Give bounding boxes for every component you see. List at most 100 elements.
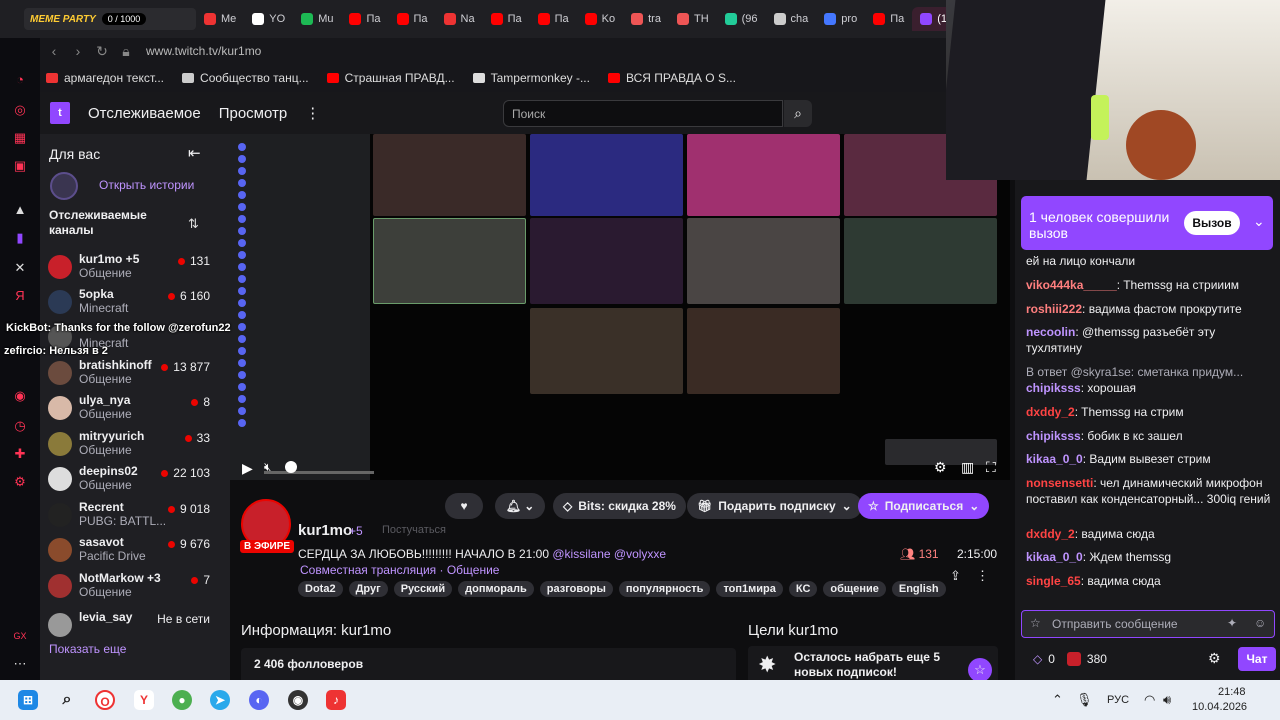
twitch-icon[interactable]: ▮	[12, 230, 28, 246]
start-icon[interactable]: ⊞	[18, 690, 38, 710]
bits-button[interactable]: ◇ Bits: скидка 28%	[553, 493, 686, 519]
chat-username[interactable]: kikaa_0_0	[1026, 550, 1083, 564]
aria-icon[interactable]: ▲	[12, 202, 28, 218]
chat-username[interactable]: chipiksss	[1026, 381, 1081, 395]
x-icon[interactable]: ✕	[12, 260, 28, 276]
stream-tag[interactable]: English	[891, 581, 946, 597]
browser-tab[interactable]: pro	[816, 7, 865, 31]
stream-tag[interactable]: общение	[823, 581, 886, 597]
history-icon[interactable]: ◷	[12, 418, 28, 434]
wifi-icon[interactable]: ◠	[1144, 692, 1155, 708]
yandex-browser-icon[interactable]: Y	[134, 690, 154, 710]
volume-knob[interactable]	[285, 461, 297, 473]
chat-send-button[interactable]: Чат	[1238, 647, 1276, 671]
volume-slider[interactable]	[264, 471, 374, 474]
channel-name[interactable]: kur1mo	[298, 522, 352, 539]
followed-channel[interactable]: NotMarkow +3 Общение 7	[48, 571, 226, 605]
gx-corner-icon[interactable]: ▦	[12, 130, 28, 146]
collapse-icon[interactable]: ⇤	[188, 144, 201, 162]
gx-control-icon[interactable]: ◎	[12, 102, 28, 118]
mention-link[interactable]: @volyxxe	[614, 547, 666, 561]
browser-tab[interactable]: Na	[436, 7, 483, 31]
stream-tag[interactable]: КС	[788, 581, 818, 597]
browser-tab[interactable]: Па	[341, 7, 388, 31]
settings-icon[interactable]: ⚙	[12, 474, 28, 490]
followed-channel[interactable]: kur1mo +5 Общение 131	[48, 252, 226, 286]
url-field[interactable]: www.twitch.tv/kur1mo	[146, 44, 261, 58]
chat-username[interactable]: viko444ka_____	[1026, 278, 1117, 292]
bookmark-item[interactable]: Tampermonkey -...	[472, 71, 590, 85]
reload-icon[interactable]: ↻	[90, 43, 114, 60]
nav-browse[interactable]: Просмотр	[219, 105, 288, 122]
gx-cleaner-icon[interactable]: ▣	[12, 158, 28, 174]
sort-icon[interactable]: ⇅	[188, 216, 199, 232]
fullscreen-icon[interactable]: ⛶	[986, 459, 996, 476]
notifications-button[interactable]: 🔔︎ ⌄	[495, 493, 545, 519]
forward-icon[interactable]: ›	[66, 43, 90, 59]
stream-tag[interactable]: Русский	[393, 581, 453, 597]
browser-tab[interactable]: Mu	[293, 7, 341, 31]
telegram-icon[interactable]: ➤	[210, 690, 230, 710]
followed-channel[interactable]: sasavot Pacific Drive 9 676	[48, 535, 226, 569]
player-icon[interactable]: ◉	[12, 388, 28, 404]
stream-tag[interactable]: разговоры	[539, 581, 613, 597]
mic-icon[interactable]: 🎙︎	[1076, 692, 1093, 708]
emote-icon[interactable]: ☺	[1254, 616, 1266, 630]
play-icon[interactable]: ▶	[242, 460, 253, 477]
followed-channel[interactable]: levia_say Не в сети	[48, 610, 226, 644]
more-menu-icon[interactable]: ⋮	[305, 104, 320, 122]
tray-chevron-icon[interactable]: ⌃	[1052, 692, 1063, 708]
chat-input[interactable]: ☆ Отправить сообщение ✦ ☺	[1021, 610, 1275, 638]
chat-username[interactable]: kikaa_0_0	[1026, 452, 1083, 466]
challenge-button[interactable]: Вызов	[1184, 211, 1240, 235]
chat-username[interactable]: roshiii222	[1026, 302, 1082, 316]
chat-username[interactable]: dxddy_2	[1026, 527, 1075, 541]
chat-username[interactable]: single_65	[1026, 574, 1081, 588]
followed-channel[interactable]: 5opka Minecraft 6 160	[48, 287, 226, 321]
subscribe-button[interactable]: ☆ Подписаться ⌄	[858, 493, 990, 519]
nav-following[interactable]: Отслеживаемое	[88, 105, 201, 122]
gx-meme-widget[interactable]: MEME PARTY 0 / 1000	[24, 8, 196, 30]
volume-icon[interactable]: 🔊︎	[1163, 692, 1171, 708]
browser-tab[interactable]: cha	[766, 7, 817, 31]
sparkle-icon[interactable]: ✦	[1227, 616, 1237, 630]
browser-tab[interactable]: Me	[196, 7, 244, 31]
browser-tab[interactable]: Па	[865, 7, 912, 31]
search-icon[interactable]: ⌕	[57, 690, 77, 710]
show-more-link[interactable]: Показать еще	[49, 642, 126, 656]
back-icon[interactable]: ‹	[42, 43, 66, 59]
followed-channel[interactable]: deepins02 Общение 22 103	[48, 464, 226, 498]
goal-sub-icon[interactable]: ☆	[968, 658, 992, 682]
stream-tag[interactable]: Dota2	[298, 581, 343, 597]
chrome-icon[interactable]: ●	[172, 690, 192, 710]
followed-channel[interactable]: bratishkinoff Общение 13 877	[48, 358, 226, 392]
badge-icon[interactable]: ☆	[1030, 616, 1041, 630]
gift-sub-button[interactable]: 🎁︎ Подарить подписку ⌄	[687, 493, 862, 519]
stream-tag[interactable]: Друг	[348, 581, 388, 597]
stream-tag[interactable]: популярность	[618, 581, 711, 597]
open-stories-link[interactable]: Открыть истории	[99, 178, 194, 192]
opera-gx-icon[interactable]: O	[95, 690, 115, 710]
chat-username[interactable]: dxddy_2	[1026, 405, 1075, 419]
more-icon[interactable]: ⋯	[12, 656, 28, 672]
bookmark-item[interactable]: армагедон текст...	[46, 71, 164, 85]
speed-dial-icon[interactable]: ◔	[12, 72, 28, 88]
theatre-mode-icon[interactable]: ▥	[961, 459, 974, 476]
browser-tab[interactable]: Ko	[577, 7, 623, 31]
extensions-icon[interactable]: ✚	[12, 446, 28, 462]
settings-gear-icon[interactable]: ⚙	[934, 459, 947, 476]
chat-username[interactable]: nonsensetti	[1026, 476, 1093, 490]
followed-channel[interactable]: Recrent PUBG: BATTL... 9 018	[48, 500, 226, 534]
clock-time[interactable]: 21:48	[1218, 686, 1246, 698]
bookmark-item[interactable]: Сообщество танц...	[182, 71, 309, 85]
story-avatar[interactable]	[50, 172, 78, 200]
yandex-icon[interactable]: Я	[12, 288, 28, 304]
chat-username[interactable]: chipiksss	[1026, 429, 1081, 443]
collab-category[interactable]: Совместная трансляция · Общение	[300, 563, 499, 577]
share-icon[interactable]: ⇪	[950, 568, 961, 584]
bookmark-item[interactable]: Страшная ПРАВД...	[326, 71, 455, 85]
obs-icon[interactable]: ◉	[288, 690, 308, 710]
chat-settings-icon[interactable]: ⚙	[1208, 650, 1221, 667]
browser-tab[interactable]: (96	[717, 7, 766, 31]
bits-icon[interactable]: ◇	[1033, 652, 1042, 666]
